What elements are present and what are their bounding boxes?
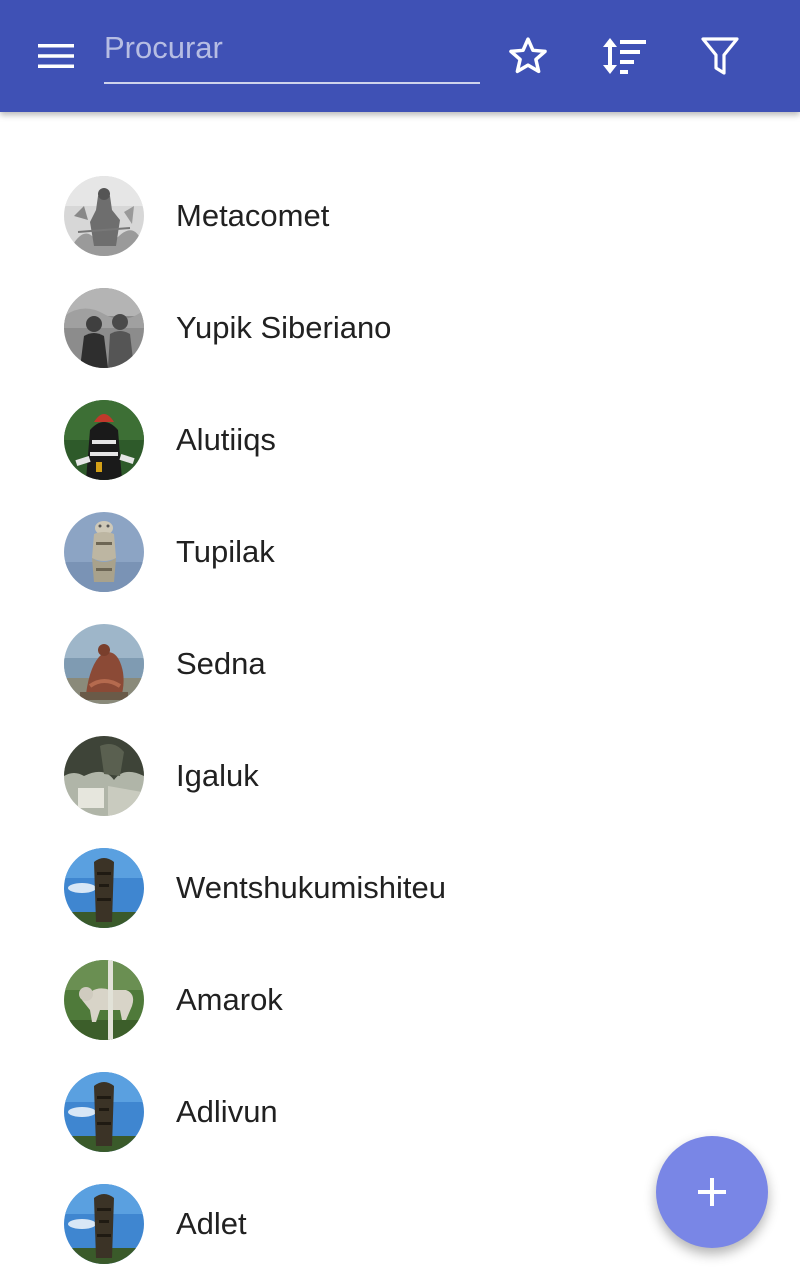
menu-button[interactable] [24, 28, 88, 84]
list-item-label: Yupik Siberiano [176, 310, 392, 345]
avatar [64, 400, 144, 480]
sort-button[interactable] [596, 28, 652, 84]
hamburger-menu-icon [38, 44, 74, 68]
filter-icon [701, 37, 739, 75]
list-item-label: Adlet [176, 1206, 247, 1241]
avatar [64, 848, 144, 928]
list-item[interactable]: Sedna [0, 608, 800, 720]
item-list: Metacomet Yupik Siberiano Alutiiqs Tupil… [0, 160, 800, 1280]
star-outline-icon [509, 37, 547, 74]
list-item-label: Wentshukumishiteu [176, 870, 446, 905]
list-item-label: Sedna [176, 646, 266, 681]
avatar [64, 1072, 144, 1152]
list-item[interactable]: Yupik Siberiano [0, 272, 800, 384]
list-item[interactable]: Amarok [0, 944, 800, 1056]
list-item-label: Alutiiqs [176, 422, 276, 457]
app-root: Metacomet Yupik Siberiano [0, 0, 800, 1280]
list-item-label: Adlivun [176, 1094, 278, 1129]
avatar [64, 736, 144, 816]
search-field [104, 20, 480, 84]
avatar [64, 1184, 144, 1264]
list-item-label: Igaluk [176, 758, 259, 793]
sort-icon [603, 38, 646, 74]
avatar [64, 288, 144, 368]
list-item[interactable]: Igaluk [0, 720, 800, 832]
favorites-button[interactable] [500, 28, 556, 84]
avatar [64, 176, 144, 256]
filter-button[interactable] [692, 28, 748, 84]
top-app-bar [0, 0, 800, 112]
avatar [64, 624, 144, 704]
list-item[interactable]: Wentshukumishiteu [0, 832, 800, 944]
list-item[interactable]: Metacomet [0, 160, 800, 272]
search-input[interactable] [104, 26, 480, 70]
list-item-label: Metacomet [176, 198, 330, 233]
list-item[interactable]: Tupilak [0, 496, 800, 608]
list-item-label: Amarok [176, 982, 283, 1017]
avatar [64, 960, 144, 1040]
add-button[interactable] [656, 1136, 768, 1248]
list-item[interactable]: Alutiiqs [0, 384, 800, 496]
plus-icon [698, 1178, 726, 1206]
avatar [64, 512, 144, 592]
list-item-label: Tupilak [176, 534, 275, 569]
